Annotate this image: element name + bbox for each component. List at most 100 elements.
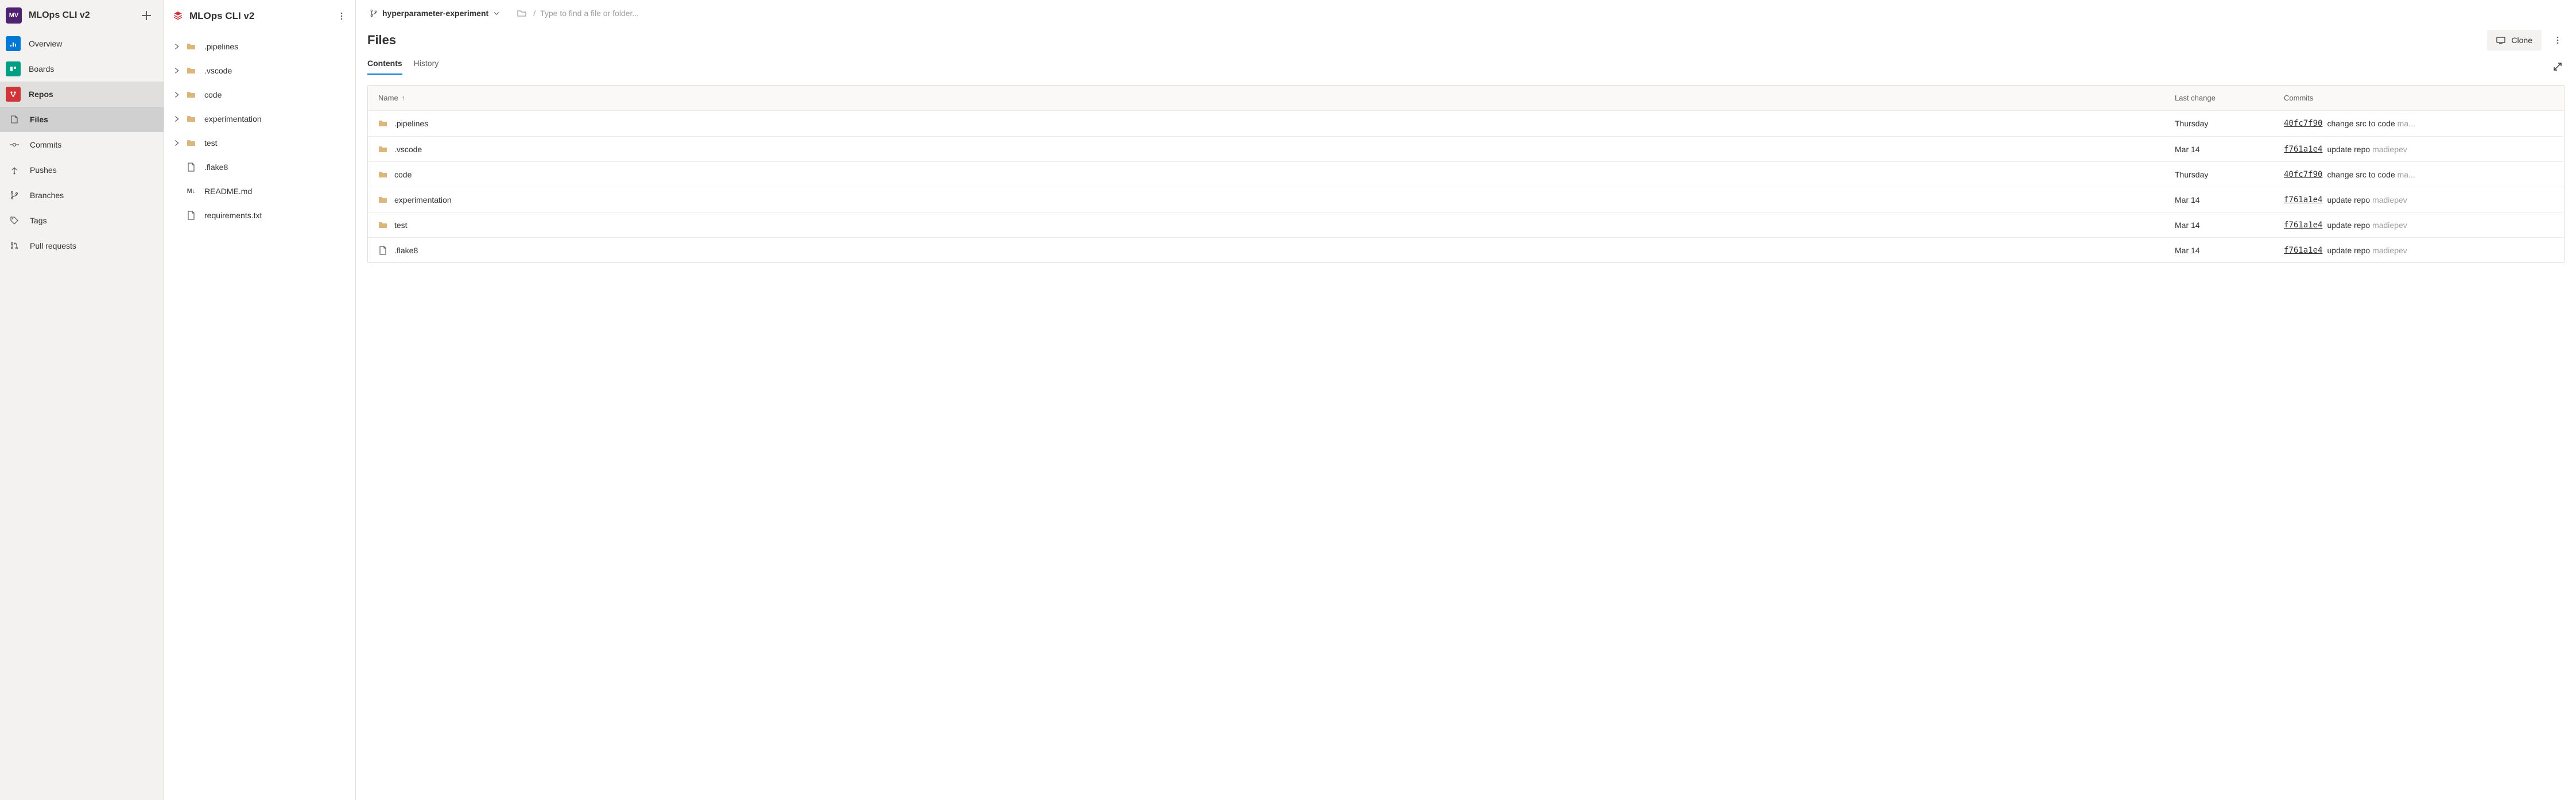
- nav-repos[interactable]: Repos: [0, 82, 164, 107]
- col-last-change[interactable]: Last change: [2175, 94, 2278, 102]
- tab-contents[interactable]: Contents: [367, 59, 402, 75]
- file-icon: [378, 246, 387, 255]
- repo-icon: [172, 10, 184, 22]
- table-row[interactable]: code Thursday 40fc7f90 change src to code m…: [368, 161, 2564, 187]
- commit-hash-link[interactable]: f761a1e4: [2284, 221, 2322, 230]
- clone-icon: [2496, 36, 2505, 45]
- col-commits[interactable]: Commits: [2284, 94, 2554, 102]
- path-search-input[interactable]: [540, 5, 2570, 22]
- tree-more-button[interactable]: [332, 7, 351, 25]
- table-row[interactable]: .flake8Mar 14f761a1e4update repo madiepe…: [368, 237, 2564, 262]
- cell-name: test: [378, 221, 2169, 230]
- clone-label: Clone: [2511, 36, 2532, 45]
- chevron-right-icon[interactable]: [170, 88, 184, 102]
- tabs: Contents History: [356, 51, 2547, 75]
- tree-row[interactable]: .flake8: [164, 155, 355, 179]
- cell-last-change: Thursday: [2175, 170, 2278, 179]
- file-name: test: [394, 221, 408, 230]
- tree-row[interactable]: .pipelines: [164, 34, 355, 59]
- chevron-right-icon[interactable]: [170, 112, 184, 126]
- tree-item-label: code: [204, 90, 222, 99]
- more-vertical-icon: [337, 11, 346, 21]
- cell-last-change: Thursday: [2175, 119, 2278, 128]
- tree-item-label: README.md: [204, 187, 252, 196]
- nav-label: Tags: [30, 216, 47, 225]
- chevron-right-icon[interactable]: [170, 64, 184, 78]
- branch-icon: [370, 9, 378, 17]
- cell-name: .flake8: [378, 246, 2169, 255]
- chevron-down-icon: [493, 10, 500, 17]
- table-row[interactable]: testMar 14f761a1e4update repo madiepev: [368, 212, 2564, 237]
- cell-name: experimentation: [378, 195, 2169, 204]
- overview-icon: [6, 36, 21, 51]
- nav-label: Repos: [29, 90, 53, 99]
- table-header: Name ↑ Last change Commits: [368, 86, 2564, 111]
- file-table: Name ↑ Last change Commits .pipelinesThu…: [367, 85, 2565, 263]
- path-bar: hyperparameter-experiment /: [356, 0, 2576, 26]
- tab-history[interactable]: History: [414, 59, 439, 75]
- nav-tags[interactable]: Tags: [0, 208, 164, 233]
- nav-boards[interactable]: Boards: [0, 56, 164, 82]
- commit-hash-link[interactable]: f761a1e4: [2284, 145, 2322, 154]
- branches-icon: [7, 188, 22, 203]
- tree-row[interactable]: experimentation: [164, 107, 355, 131]
- tree-item-label: experimentation: [204, 114, 262, 123]
- file-tree-panel: MLOps CLI v2 .pipelines .vscode code experi…: [164, 0, 356, 800]
- commit-message: update repo madiepev: [2327, 195, 2554, 204]
- table-row[interactable]: experimentationMar 14f761a1e4update repo…: [368, 187, 2564, 212]
- tree-row[interactable]: test: [164, 131, 355, 155]
- nav-label: Overview: [29, 39, 62, 48]
- fullscreen-button[interactable]: [2547, 56, 2568, 77]
- add-button[interactable]: [137, 6, 156, 25]
- chevron-right-icon[interactable]: [170, 40, 184, 53]
- nav-pushes[interactable]: Pushes: [0, 157, 164, 183]
- repos-icon: [6, 87, 21, 102]
- plus-icon: [142, 11, 151, 20]
- project-name[interactable]: MLOps CLI v2: [29, 10, 130, 21]
- nav-pullrequests[interactable]: Pull requests: [0, 233, 164, 258]
- table-row[interactable]: .vscodeMar 14f761a1e4update repo madiepe…: [368, 136, 2564, 161]
- commit-hash-link[interactable]: f761a1e4: [2284, 246, 2322, 255]
- pullrequests-icon: [7, 238, 22, 253]
- commit-hash-link[interactable]: f761a1e4: [2284, 195, 2322, 204]
- tree-row[interactable]: code: [164, 83, 355, 107]
- nav-overview[interactable]: Overview: [0, 31, 164, 56]
- file-icon: [185, 211, 197, 220]
- nav-branches[interactable]: Branches: [0, 183, 164, 208]
- tree-row[interactable]: requirements.txt: [164, 203, 355, 227]
- cell-last-change: Mar 14: [2175, 145, 2278, 154]
- sort-asc-icon: ↑: [402, 95, 405, 102]
- commit-author: madiepev: [2372, 145, 2407, 154]
- files-icon: [7, 112, 22, 127]
- branch-name: hyperparameter-experiment: [382, 9, 488, 18]
- repo-name[interactable]: MLOps CLI v2: [189, 10, 327, 22]
- folder-icon: [185, 66, 197, 75]
- branch-selector[interactable]: hyperparameter-experiment: [367, 4, 503, 22]
- commit-author: ma...: [2397, 119, 2415, 128]
- left-nav: MV MLOps CLI v2 Overview Boards Repos Fi…: [0, 0, 164, 800]
- clone-button[interactable]: Clone: [2487, 30, 2542, 51]
- table-row[interactable]: .pipelinesThursday40fc7f90change src to …: [368, 111, 2564, 136]
- commit-hash-link[interactable]: 40fc7f90: [2284, 170, 2322, 179]
- folder-outline-icon: [517, 9, 526, 18]
- main-more-button[interactable]: [2547, 30, 2568, 51]
- folder-icon: [378, 221, 387, 230]
- commit-author: madiepev: [2372, 221, 2407, 230]
- commit-message: change src to code ma...: [2327, 170, 2554, 179]
- col-name[interactable]: Name ↑: [378, 94, 2169, 102]
- nav-files[interactable]: Files: [0, 107, 164, 132]
- nav-label: Files: [30, 115, 48, 124]
- nav-commits[interactable]: Commits: [0, 132, 164, 157]
- tree-item-label: .pipelines: [204, 42, 238, 51]
- file-name: code: [394, 170, 412, 179]
- tree-row[interactable]: M↓ README.md: [164, 179, 355, 203]
- project-avatar: MV: [6, 7, 22, 24]
- chevron-right-icon[interactable]: [170, 136, 184, 150]
- cell-name: code: [378, 170, 2169, 179]
- tree-row[interactable]: .vscode: [164, 59, 355, 83]
- folder-icon: [185, 90, 197, 99]
- cell-name: .vscode: [378, 145, 2169, 154]
- commit-hash-link[interactable]: 40fc7f90: [2284, 119, 2322, 128]
- markdown-icon: M↓: [185, 188, 197, 195]
- commit-message: update repo madiepev: [2327, 246, 2554, 255]
